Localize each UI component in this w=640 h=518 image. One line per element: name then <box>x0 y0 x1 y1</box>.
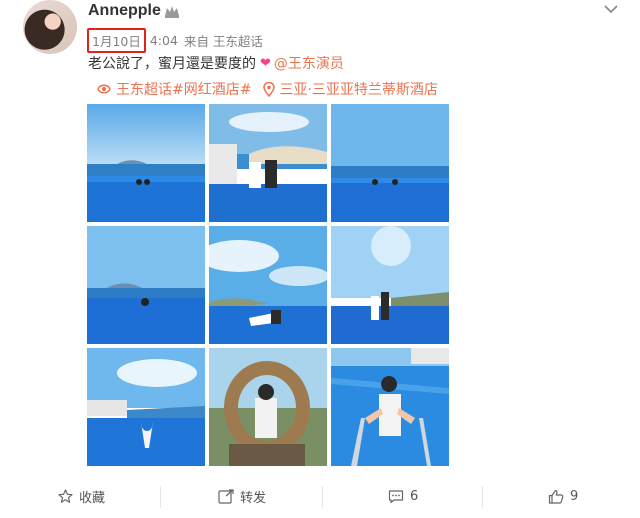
comment-count: 6 <box>410 488 419 504</box>
repost-button[interactable]: 转发 <box>218 482 266 510</box>
photo-1[interactable] <box>87 104 205 222</box>
heart-icon: ❤ <box>260 55 271 71</box>
avatar[interactable] <box>23 0 77 54</box>
comment-button[interactable]: 6 <box>388 482 418 510</box>
repost-icon <box>218 488 234 504</box>
photo-5[interactable] <box>209 226 327 344</box>
photo-4[interactable] <box>87 226 205 344</box>
post-body: 老公說了，蜜月還是要度的 <box>88 56 256 72</box>
post-time: 4:04 <box>149 33 178 48</box>
like-button[interactable]: 9 <box>548 482 578 510</box>
post-tags: 王东超话#网红酒店# 三亚·三亚亚特兰蒂斯酒店 <box>96 79 438 99</box>
photo-grid <box>87 104 449 466</box>
like-count: 9 <box>570 488 579 504</box>
post-source[interactable]: 来自 王东超话 <box>184 31 263 50</box>
divider <box>160 486 161 508</box>
divider <box>482 486 483 508</box>
divider <box>322 486 323 508</box>
location-tag[interactable]: 三亚·三亚亚特兰蒂斯酒店 <box>263 79 438 99</box>
star-icon <box>58 488 73 503</box>
favorite-label: 收藏 <box>79 490 106 506</box>
topic-tag[interactable]: 王东超话#网红酒店# <box>96 79 251 99</box>
location-tag-label: 三亚·三亚亚特兰蒂斯酒店 <box>279 82 438 98</box>
mention-link[interactable]: @王东演员 <box>274 53 344 73</box>
repost-label: 转发 <box>240 490 267 506</box>
photo-6[interactable] <box>331 226 449 344</box>
photo-2[interactable] <box>209 104 327 222</box>
chevron-down-icon[interactable] <box>604 4 618 14</box>
photo-7[interactable] <box>87 348 205 466</box>
action-bar: 收藏 转发 6 9 <box>0 482 640 510</box>
photo-8[interactable] <box>209 348 327 466</box>
thumbs-up-icon <box>548 489 564 504</box>
topic-tag-label: 王东超话#网红酒店# <box>116 82 252 98</box>
post-meta: 1月10日 4:04 来自 王东超话 <box>87 28 263 53</box>
post-date[interactable]: 1月10日 <box>87 28 146 53</box>
topic-icon <box>97 84 111 94</box>
location-pin-icon <box>263 81 276 97</box>
favorite-button[interactable]: 收藏 <box>58 482 105 510</box>
photo-3[interactable] <box>331 104 449 222</box>
username[interactable]: Annepple <box>88 2 161 20</box>
crown-icon <box>165 6 179 18</box>
comment-icon <box>388 489 404 503</box>
post-text: 老公說了，蜜月還是要度的 ❤ @王东演员 <box>88 53 344 73</box>
photo-9[interactable] <box>331 348 449 466</box>
